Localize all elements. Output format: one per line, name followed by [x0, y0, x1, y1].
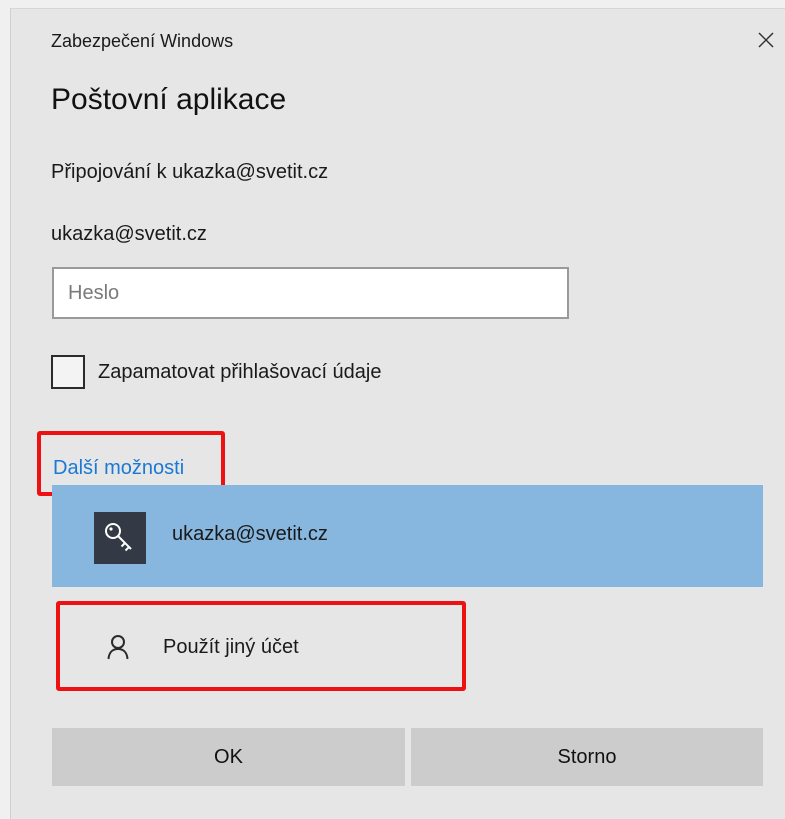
account-option-label: ukazka@svetit.cz	[172, 523, 328, 545]
close-button[interactable]	[753, 27, 779, 53]
use-other-account-label: Použít jiný účet	[163, 635, 299, 658]
account-option-selected[interactable]: ukazka@svetit.cz	[52, 485, 763, 587]
window-title: Zabezpečení Windows	[51, 31, 234, 51]
remember-credentials-option[interactable]: Zapamatovat přihlašovací údaje	[51, 355, 382, 389]
password-field[interactable]	[52, 267, 569, 319]
person-icon	[103, 632, 133, 662]
app-title: Poštovní aplikace	[51, 83, 287, 116]
close-icon	[758, 32, 774, 48]
remember-label: Zapamatovat přihlašovací údaje	[98, 360, 382, 383]
security-dialog: Zabezpečení Windows Poštovní aplikace Př…	[10, 8, 785, 819]
more-options-link[interactable]: Další možnosti	[53, 457, 184, 480]
key-icon	[94, 512, 146, 564]
cancel-button[interactable]: Storno	[411, 728, 763, 786]
account-email-text: ukazka@svetit.cz	[51, 223, 207, 245]
remember-checkbox[interactable]	[51, 355, 85, 389]
use-other-account-option[interactable]: Použít jiný účet	[103, 627, 299, 667]
connecting-text: Připojování k ukazka@svetit.cz	[51, 161, 329, 183]
ok-button[interactable]: OK	[52, 728, 405, 786]
